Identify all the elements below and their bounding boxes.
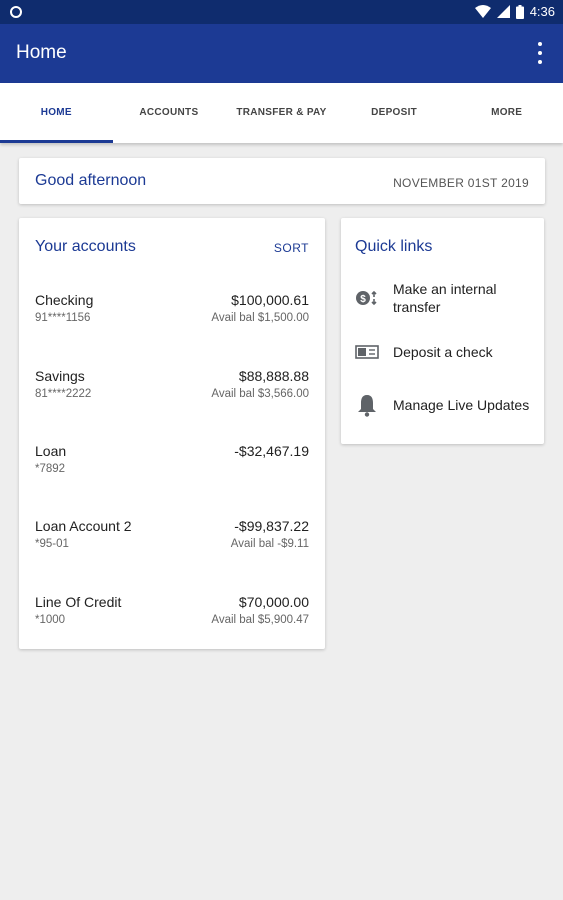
- svg-text:$: $: [360, 294, 366, 305]
- account-name: Checking: [35, 292, 94, 308]
- account-balance: $70,000.00: [238, 594, 309, 610]
- page-title: Home: [16, 42, 67, 63]
- account-name: Loan: [35, 443, 67, 459]
- account-balance: -$99,837.22: [234, 518, 309, 534]
- overflow-menu-icon[interactable]: [537, 42, 543, 64]
- greeting-date: NOVEMBER 01ST 2019: [393, 176, 529, 190]
- account-number: *7892: [35, 463, 66, 475]
- account-balance: $100,000.61: [231, 292, 309, 308]
- account-number: 81****2222: [35, 388, 92, 400]
- account-name: Line Of Credit: [35, 594, 122, 610]
- accounts-card: Your accounts SORT Checking 91****1156 $…: [19, 218, 325, 649]
- quick-link-internal-transfer[interactable]: $ Make an internal transfer: [355, 280, 535, 316]
- account-row-savings[interactable]: Savings 81****2222 $88,888.88 Avail bal …: [35, 368, 309, 408]
- quick-link-deposit-check[interactable]: Deposit a check: [355, 340, 535, 364]
- account-row-loan[interactable]: Loan *7892 -$32,467.19: [35, 443, 309, 483]
- account-available-balance: Avail bal $5,900.47: [211, 614, 309, 626]
- sort-button[interactable]: SORT: [274, 241, 309, 255]
- account-name: Loan Account 2: [35, 518, 132, 534]
- account-number: *1000: [35, 614, 66, 626]
- account-balance: -$32,467.19: [234, 443, 309, 459]
- signal-icon: [496, 5, 510, 18]
- quick-link-live-updates[interactable]: Manage Live Updates: [355, 393, 535, 417]
- tab-deposit[interactable]: DEPOSIT: [338, 83, 451, 143]
- wifi-icon: [474, 5, 491, 18]
- greeting-card: Good afternoon NOVEMBER 01ST 2019: [19, 158, 545, 204]
- status-bar: 4:36: [0, 0, 563, 24]
- check-deposit-icon: [355, 340, 379, 364]
- account-balance: $88,888.88: [238, 368, 309, 384]
- accounts-title: Your accounts: [35, 238, 136, 255]
- tab-bar: HOME ACCOUNTS TRANSFER & PAY DEPOSIT MOR…: [0, 83, 563, 143]
- tab-accounts[interactable]: ACCOUNTS: [113, 83, 226, 143]
- account-row-checking[interactable]: Checking 91****1156 $100,000.61 Avail ba…: [35, 292, 309, 332]
- account-available-balance: Avail bal $1,500.00: [211, 312, 309, 324]
- quick-links-title: Quick links: [355, 238, 433, 255]
- account-available-balance: Avail bal -$9.11: [230, 538, 309, 550]
- account-number: 91****1156: [35, 312, 91, 324]
- greeting-text: Good afternoon: [35, 172, 147, 189]
- tab-transfer-pay[interactable]: TRANSFER & PAY: [225, 83, 338, 143]
- battery-icon: [515, 4, 524, 19]
- account-available-balance: Avail bal $3,566.00: [211, 388, 309, 400]
- account-number: *95-01: [35, 538, 69, 550]
- quick-link-label: Manage Live Updates: [393, 397, 530, 413]
- account-row-line-of-credit[interactable]: Line Of Credit *1000 $70,000.00 Avail ba…: [35, 594, 309, 634]
- tab-more[interactable]: MORE: [450, 83, 563, 143]
- notification-icon: [10, 6, 22, 18]
- account-row-loan-account-2[interactable]: Loan Account 2 *95-01 -$99,837.22 Avail …: [35, 518, 309, 558]
- bell-icon: [355, 393, 379, 417]
- quick-link-label: Deposit a check: [393, 344, 493, 360]
- app-bar: Home: [0, 24, 563, 83]
- quick-link-label: Make an internal transfer: [393, 281, 497, 315]
- tab-home[interactable]: HOME: [0, 83, 113, 143]
- transfer-icon: $: [355, 286, 379, 310]
- clock-time: 4:36: [529, 4, 555, 19]
- quick-links-card: Quick links $ Make an internal transfer …: [341, 218, 544, 444]
- account-name: Savings: [35, 368, 85, 384]
